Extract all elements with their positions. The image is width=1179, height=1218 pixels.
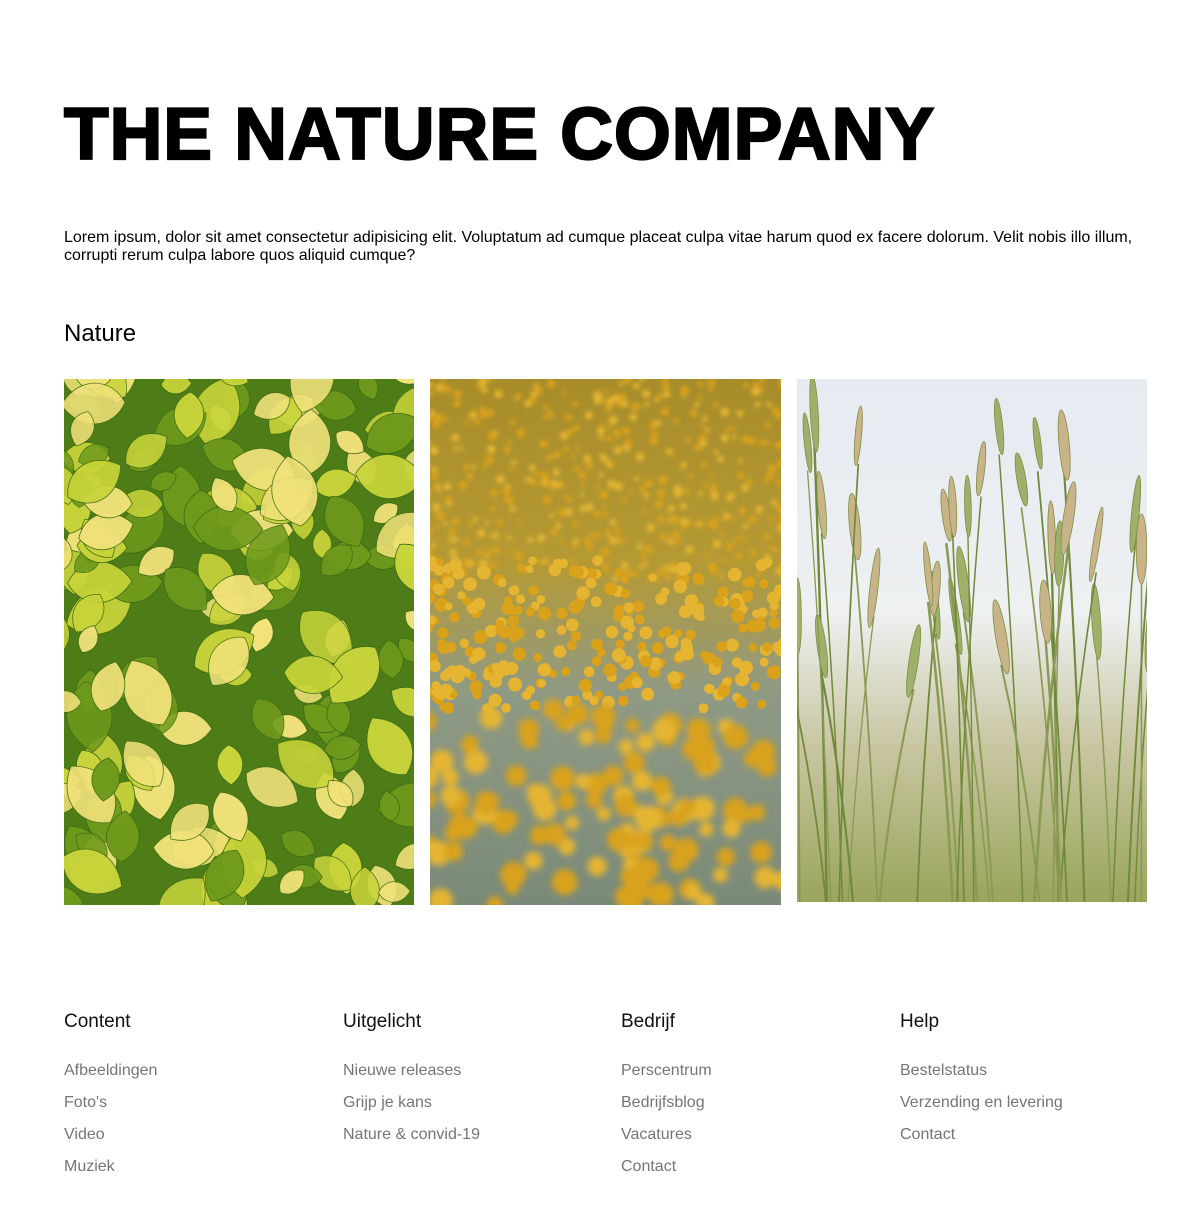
footer-link[interactable]: Contact [621,1158,676,1175]
footer-link-list: Nieuwe releases Grijp je kans Nature & c… [343,1055,603,1151]
footer-link[interactable]: Grijp je kans [343,1094,432,1111]
footer-column-content: Content Afbeeldingen Foto's Video Muziek [64,1010,324,1183]
wheat-field-photo [797,379,1147,902]
footer-link[interactable]: Verzending en levering [900,1094,1063,1111]
image-gallery [64,379,1147,905]
site-title: THE NATURE COMPANY [63,94,936,175]
footer-link[interactable]: Nieuwe releases [343,1062,461,1079]
footer-link[interactable]: Bestelstatus [900,1062,987,1079]
footer-link[interactable]: Nature & convid-19 [343,1126,480,1143]
footer-heading: Content [64,1011,131,1032]
footer-link-list: Perscentrum Bedrijfsblog Vacatures Conta… [621,1055,881,1183]
footer-link[interactable]: Video [64,1126,105,1143]
footer-link[interactable]: Contact [900,1126,955,1143]
footer-link[interactable]: Muziek [64,1158,115,1175]
yellow-flower-field-photo [430,379,781,905]
footer-column-featured: Uitgelicht Nieuwe releases Grijp je kans… [343,1010,603,1151]
section-title: Nature [64,320,137,347]
footer-link[interactable]: Foto's [64,1094,107,1111]
footer-heading: Uitgelicht [343,1011,422,1032]
footer-link[interactable]: Afbeeldingen [64,1062,157,1079]
footer-heading: Help [900,1011,940,1032]
footer-column-company: Bedrijf Perscentrum Bedrijfsblog Vacatur… [621,1010,881,1183]
footer-link[interactable]: Vacatures [621,1126,692,1143]
footer-link[interactable]: Bedrijfsblog [621,1094,705,1111]
footer-link-list: Afbeeldingen Foto's Video Muziek [64,1055,324,1183]
footer-link[interactable]: Perscentrum [621,1062,712,1079]
footer-heading: Bedrijf [621,1011,675,1032]
footer-link-list: Bestelstatus Verzending en levering Cont… [900,1055,1160,1151]
footer-column-help: Help Bestelstatus Verzending en levering… [900,1010,1160,1151]
yellow-green-leaves-photo [64,379,414,905]
intro-text: Lorem ipsum, dolor sit amet consectetur … [64,229,1133,264]
